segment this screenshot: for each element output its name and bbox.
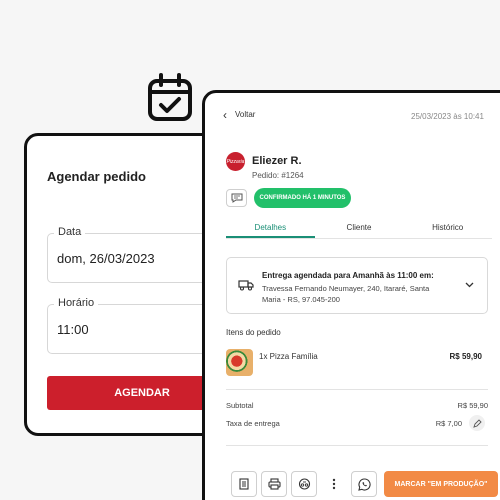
edit-fee-button[interactable] [469, 415, 485, 431]
tab-history[interactable]: Histórico [403, 220, 492, 238]
item-price: R$ 59,90 [449, 352, 482, 361]
subtotal-value: R$ 59,90 [457, 401, 488, 410]
divider [226, 445, 488, 446]
schedule-button[interactable]: AGENDAR [47, 376, 221, 410]
courier-button[interactable] [291, 471, 317, 497]
items-title: Itens do pedido [226, 328, 281, 337]
date-field[interactable]: Data dom, 26/03/2023 [47, 226, 221, 283]
receipt-icon [239, 478, 249, 490]
truck-icon [238, 280, 254, 291]
date-label: Data [54, 226, 86, 238]
schedule-order-card: Agendar pedido Data dom, 26/03/2023 Horá… [24, 133, 224, 436]
customer-name: Eliezer R. [252, 155, 302, 167]
calendar-check-icon [147, 72, 193, 122]
subtotal-label: Subtotal [226, 401, 254, 410]
receipt-button[interactable] [231, 471, 257, 497]
tab-details[interactable]: Detalhes [226, 220, 315, 238]
pizza-thumbnail [226, 349, 253, 376]
time-label: Horário [54, 297, 99, 309]
chevron-left-icon: ‹ [223, 107, 227, 122]
whatsapp-icon [357, 477, 371, 491]
delivery-title: Entrega agendada para Amanhã às 11:00 em… [262, 271, 434, 280]
date-value: dom, 26/03/2023 [57, 251, 155, 266]
more-options-button[interactable] [321, 471, 347, 497]
more-vertical-icon [332, 478, 336, 490]
order-topbar: ‹ Voltar 25/03/2023 às 10:41 [223, 107, 500, 126]
item-name: 1x Pizza Família [259, 352, 318, 361]
delivery-fee-row: Taxa de entrega R$ 7,00 [226, 415, 488, 431]
print-button[interactable] [261, 471, 287, 497]
time-value: 11:00 [57, 322, 89, 337]
time-field[interactable]: Horário 11:00 [47, 297, 221, 354]
chevron-down-icon[interactable] [465, 280, 474, 290]
mark-in-production-button[interactable]: MARCAR "EM PRODUÇÃO" [384, 471, 498, 497]
chat-button[interactable] [226, 189, 247, 207]
edit-icon [472, 418, 482, 428]
order-timestamp: 25/03/2023 às 10:41 [411, 112, 484, 121]
delivery-info[interactable]: Entrega agendada para Amanhã às 11:00 em… [226, 257, 488, 314]
delivery-address: Travessa Fernando Neumayer, 240, Itararé… [262, 284, 430, 304]
store-avatar: Pizzaria [226, 152, 245, 171]
tab-customer[interactable]: Cliente [315, 220, 404, 238]
printer-icon [267, 478, 281, 490]
divider [226, 389, 488, 390]
order-tabs: Detalhes Cliente Histórico [226, 220, 492, 239]
status-badge: CONFIRMADO HÁ 1 MINUTOS [254, 188, 351, 208]
order-details-card: ‹ Voltar 25/03/2023 às 10:41 Pizzaria El… [202, 90, 500, 500]
fee-value: R$ 7,00 [435, 419, 462, 428]
schedule-title: Agendar pedido [47, 169, 146, 184]
back-label: Voltar [235, 110, 256, 119]
whatsapp-button[interactable] [351, 471, 377, 497]
fee-label: Taxa de entrega [226, 419, 280, 428]
subtotal-row: Subtotal R$ 59,90 [226, 401, 488, 410]
order-number: Pedido: #1264 [252, 171, 304, 180]
motorcycle-icon [298, 478, 310, 490]
chat-icon [231, 193, 242, 203]
